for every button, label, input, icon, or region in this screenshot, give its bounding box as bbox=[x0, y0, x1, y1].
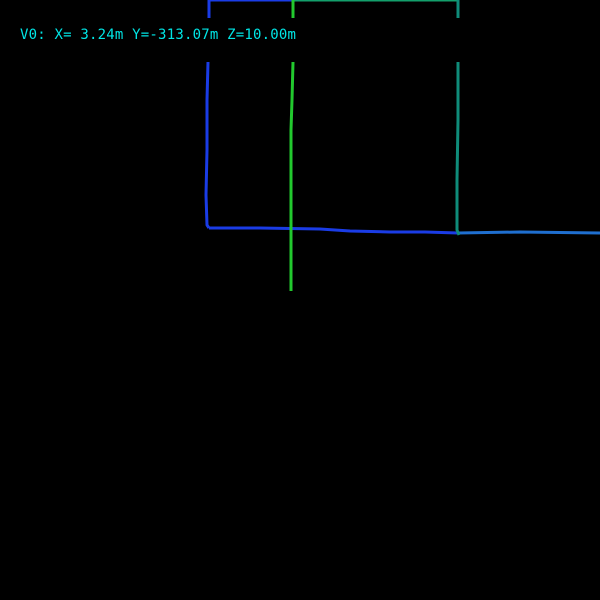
green-track bbox=[289, 61, 295, 291]
path-overlay bbox=[204, 0, 600, 291]
teal-track bbox=[455, 62, 461, 236]
left-blue-track bbox=[204, 61, 211, 229]
position-readout: V0: X= 3.24m Y=-313.07m Z=10.00m bbox=[20, 27, 297, 43]
bottom-blue-track bbox=[209, 226, 459, 235]
right-blue-track bbox=[457, 230, 600, 235]
map-viewport[interactable]: V0: X= 3.24m Y=-313.07m Z=10.00m bbox=[0, 0, 600, 600]
